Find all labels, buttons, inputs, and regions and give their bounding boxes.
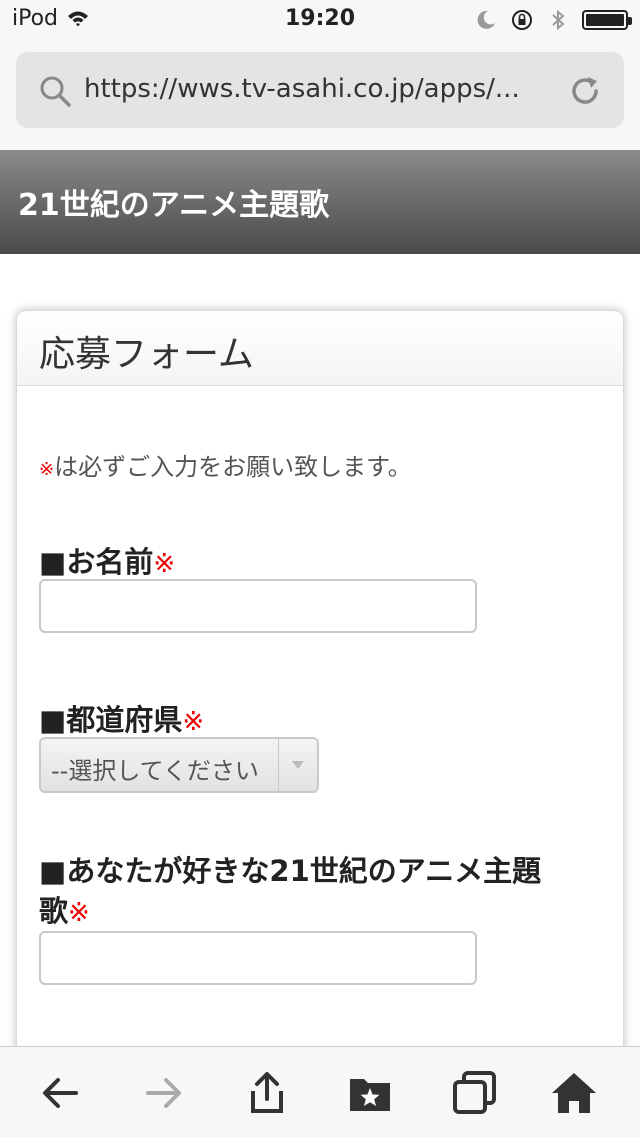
name-input[interactable] bbox=[39, 579, 477, 633]
required-note-text: は必ずご入力をお願い致します。 bbox=[54, 453, 412, 481]
favorite-song-label: ■あなたが好きな21世紀のアニメ主題 歌※ bbox=[39, 851, 541, 933]
battery-level bbox=[586, 14, 624, 26]
battery-icon bbox=[582, 10, 632, 30]
bookmarks-icon[interactable] bbox=[346, 1069, 394, 1117]
favorite-song-label-line2: 歌 bbox=[39, 894, 69, 928]
tabs-icon[interactable] bbox=[450, 1069, 498, 1117]
prefecture-select[interactable]: --選択してください bbox=[39, 737, 319, 793]
prefecture-label-text: ■都道府県 bbox=[39, 703, 183, 737]
browser-toolbar bbox=[0, 1046, 640, 1137]
status-bar: iPod 19:20 bbox=[0, 0, 640, 40]
home-icon[interactable] bbox=[550, 1069, 598, 1117]
prefecture-selected-value: --選択してください bbox=[51, 757, 259, 785]
site-header: 21世紀のアニメ主題歌 bbox=[0, 150, 640, 254]
bluetooth-icon bbox=[552, 9, 565, 31]
share-icon[interactable] bbox=[243, 1069, 291, 1117]
form-header: 応募フォーム bbox=[17, 311, 623, 386]
favorite-song-input[interactable] bbox=[39, 931, 477, 985]
favorite-song-label-line1: ■あなたが好きな21世紀のアニメ主題 bbox=[39, 854, 542, 888]
name-label: ■お名前※ bbox=[39, 539, 175, 581]
prefecture-label: ■都道府県※ bbox=[39, 697, 204, 739]
moon-icon bbox=[477, 10, 495, 29]
form-title: 応募フォーム bbox=[39, 334, 254, 375]
back-icon[interactable] bbox=[36, 1069, 84, 1117]
favorite-song-required-mark: ※ bbox=[68, 898, 90, 928]
prefecture-required-mark: ※ bbox=[182, 707, 205, 737]
chevron-down-icon bbox=[278, 739, 317, 791]
url-text[interactable]: https://wws.tv-asahi.co.jp/apps/... bbox=[84, 74, 554, 104]
name-label-text: ■お名前 bbox=[39, 545, 154, 579]
required-note: ※は必ずご入力をお願い致します。 bbox=[39, 447, 412, 482]
browser-chrome: https://wws.tv-asahi.co.jp/apps/... bbox=[0, 40, 640, 150]
forward-icon[interactable] bbox=[140, 1069, 188, 1117]
required-mark: ※ bbox=[39, 459, 55, 480]
rotation-lock-icon bbox=[512, 10, 532, 30]
entry-form-card: 応募フォーム ※は必ずご入力をお願い致します。 ■お名前※ ■都道府県※ --選… bbox=[16, 310, 624, 1112]
name-required-mark: ※ bbox=[153, 549, 176, 579]
search-icon bbox=[40, 76, 71, 107]
status-right bbox=[474, 8, 632, 32]
address-bar[interactable]: https://wws.tv-asahi.co.jp/apps/... bbox=[16, 52, 624, 128]
reload-icon[interactable] bbox=[566, 72, 604, 110]
site-title: 21世紀のアニメ主題歌 bbox=[18, 188, 330, 223]
